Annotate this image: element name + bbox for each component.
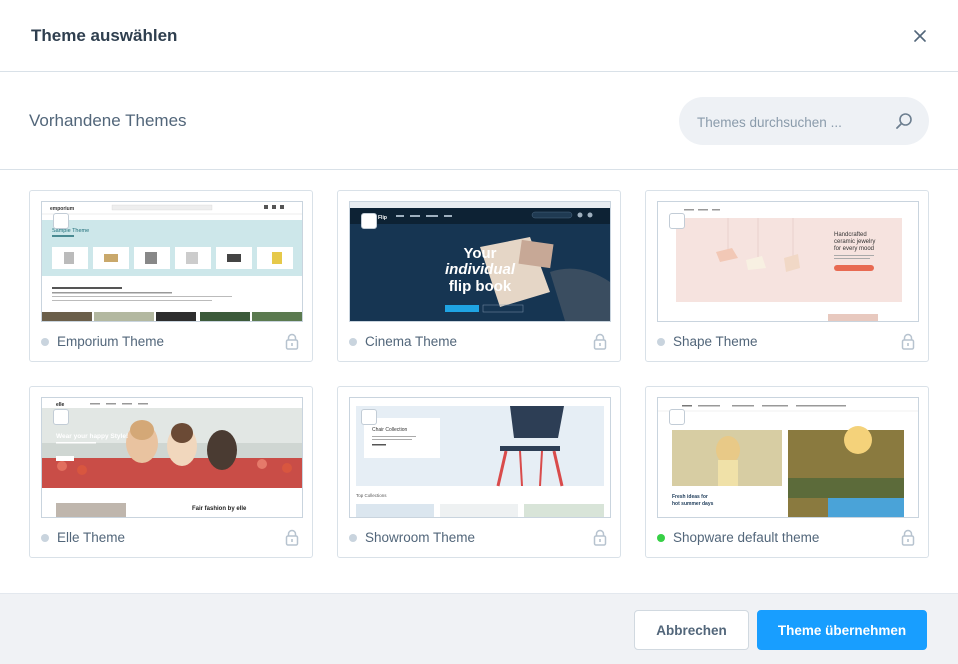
search-input[interactable] <box>695 97 889 147</box>
theme-name: Cinema Theme <box>365 334 458 349</box>
theme-card-elle[interactable]: elle Wear your happy Style! Fair fashion… <box>29 386 313 558</box>
modal-header: Theme auswählen <box>0 0 958 72</box>
theme-card-showroom[interactable]: Chair Collection Top Collections Showroo… <box>337 386 621 558</box>
svg-text:Top Collections: Top Collections <box>356 493 387 498</box>
theme-select-modal: Theme auswählen Vorhandene Themes empori… <box>0 0 958 664</box>
theme-checkbox[interactable] <box>53 213 69 229</box>
lock-icon <box>593 333 607 350</box>
lock-icon <box>901 333 915 350</box>
lock-icon <box>901 529 915 546</box>
close-button[interactable] <box>908 24 932 48</box>
status-dot-inactive <box>41 338 49 346</box>
cinema-preview-image: Flip Your individual flip book <box>350 202 610 321</box>
svg-text:Wear your happy Style!: Wear your happy Style! <box>56 433 128 440</box>
modal-title: Theme auswählen <box>31 26 178 45</box>
theme-checkbox[interactable] <box>361 409 377 425</box>
status-dot-active <box>657 534 665 542</box>
theme-name: Shopware default theme <box>673 530 820 545</box>
theme-preview-elle: elle Wear your happy Style! Fair fashion… <box>41 397 303 518</box>
theme-checkbox[interactable] <box>53 409 69 425</box>
showroom-preview-image: Chair Collection Top Collections <box>350 398 610 517</box>
search-field[interactable] <box>679 97 929 147</box>
theme-checkbox[interactable] <box>669 409 685 425</box>
svg-text:Handcrafted: Handcrafted <box>834 232 867 238</box>
status-dot-inactive <box>657 338 665 346</box>
theme-name: Elle Theme <box>57 530 126 545</box>
theme-preview-showroom: Chair Collection Top Collections <box>349 397 611 518</box>
svg-text:elle: elle <box>56 402 65 408</box>
svg-text:ceramic jewelry: ceramic jewelry <box>834 239 875 245</box>
theme-card-cinema[interactable]: Flip Your individual flip book Cinema Th… <box>337 190 621 362</box>
theme-name: Showroom Theme <box>365 530 476 545</box>
theme-preview-cinema: Flip Your individual flip book <box>349 201 611 322</box>
search-icon[interactable] <box>895 112 913 130</box>
svg-text:Fair fashion by elle: Fair fashion by elle <box>192 506 247 512</box>
elle-preview-image: elle Wear your happy Style! Fair fashion… <box>42 398 302 517</box>
svg-text:for every mood: for every mood <box>834 246 874 252</box>
svg-text:emporium: emporium <box>50 206 75 212</box>
theme-card-shopware-default[interactable]: Fresh ideas for hot summer days Shopware… <box>645 386 929 558</box>
svg-text:Flip: Flip <box>378 215 387 221</box>
theme-checkbox[interactable] <box>669 213 685 229</box>
status-dot-inactive <box>349 338 357 346</box>
svg-text:Chair Collection: Chair Collection <box>372 427 408 433</box>
shape-preview-image: Handcrafted ceramic jewelry for every mo… <box>658 202 918 321</box>
theme-preview-emporium: emporium Sample Theme <box>41 201 303 322</box>
lock-icon <box>285 333 299 350</box>
status-dot-inactive <box>41 534 49 542</box>
lock-icon <box>285 529 299 546</box>
theme-card-shape[interactable]: Handcrafted ceramic jewelry for every mo… <box>645 190 929 362</box>
svg-text:Fresh ideas for: Fresh ideas for <box>672 494 708 500</box>
toolbar: Vorhandene Themes <box>0 72 958 170</box>
svg-text:Your: Your <box>463 245 496 262</box>
status-dot-inactive <box>349 534 357 542</box>
apply-theme-button[interactable]: Theme übernehmen <box>757 610 927 650</box>
theme-name: Shape Theme <box>673 334 758 349</box>
theme-preview-shopware-default: Fresh ideas for hot summer days <box>657 397 919 518</box>
svg-text:hot summer days: hot summer days <box>672 501 714 507</box>
theme-checkbox[interactable] <box>361 213 377 229</box>
close-icon <box>914 30 926 42</box>
cancel-button[interactable]: Abbrechen <box>634 610 749 650</box>
svg-text:flip book: flip book <box>449 278 512 295</box>
theme-card-emporium[interactable]: emporium Sample Theme Emporium Theme <box>29 190 313 362</box>
theme-name: Emporium Theme <box>57 334 165 349</box>
theme-preview-shape: Handcrafted ceramic jewelry for every mo… <box>657 201 919 322</box>
emporium-preview-image: emporium Sample Theme <box>42 202 302 321</box>
svg-text:individual: individual <box>445 261 516 278</box>
section-title: Vorhandene Themes <box>29 111 187 130</box>
shopware-default-preview-image: Fresh ideas for hot summer days <box>658 398 918 517</box>
modal-footer: Abbrechen Theme übernehmen <box>0 593 958 664</box>
lock-icon <box>593 529 607 546</box>
